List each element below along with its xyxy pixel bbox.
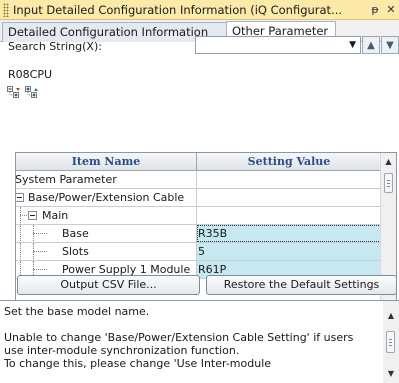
scroll-up-icon[interactable]: ▲ — [383, 309, 399, 323]
item-name-cell: Base — [16, 225, 197, 242]
expand-all-icon[interactable] — [7, 86, 21, 100]
setting-value-cell[interactable] — [197, 207, 381, 224]
search-label: Search String(X): — [8, 40, 102, 53]
setting-value-cell[interactable] — [197, 189, 381, 206]
search-input[interactable]: ▼ — [195, 36, 361, 54]
setting-value-cell[interactable]: 5 — [197, 243, 381, 260]
chevron-down-icon[interactable]: ▼ — [349, 40, 356, 50]
collapse-all-icon[interactable] — [25, 86, 39, 100]
description-pane: Set the base model name. Unable to chang… — [0, 300, 399, 383]
item-name-cell: Base/Power/Extension Cable — [16, 189, 197, 206]
description-scrollbar[interactable]: ▲ ▼ — [383, 301, 399, 383]
arrow-up-icon: ▲ — [367, 39, 375, 51]
drag-grip-icon[interactable] — [3, 2, 9, 17]
setting-value-cell[interactable] — [197, 171, 381, 188]
table-row[interactable]: Slots 5 — [16, 243, 381, 261]
item-name: Slots — [62, 245, 89, 258]
column-header-setting-value[interactable]: Setting Value — [197, 153, 381, 171]
collapse-toggle-icon[interactable] — [16, 193, 24, 202]
item-name: Base — [62, 227, 89, 240]
description-text: Set the base model name. Unable to chang… — [4, 305, 376, 370]
column-header-item-name[interactable]: Item Name — [16, 153, 197, 171]
scrollbar-thumb[interactable] — [384, 173, 393, 193]
search-down-button[interactable]: ▼ — [381, 36, 399, 54]
item-name-cell: Slots — [16, 243, 197, 260]
item-name: Base/Power/Extension Cable — [28, 191, 185, 204]
item-name-cell: Main — [16, 207, 197, 224]
table-row[interactable]: Base R35B — [16, 225, 381, 243]
arrow-down-icon: ▼ — [386, 39, 394, 51]
description-line: Set the base model name. — [4, 305, 150, 318]
item-name: System Parameter — [16, 173, 117, 186]
table-row[interactable]: System Parameter — [16, 171, 381, 189]
description-line: To change this, please change 'Use Inter… — [4, 357, 272, 370]
collapse-toggle-icon[interactable] — [28, 211, 37, 220]
window-title: Input Detailed Configuration Information… — [13, 2, 343, 17]
scroll-down-icon[interactable]: ▼ — [383, 367, 399, 381]
search-up-button[interactable]: ▲ — [362, 36, 380, 54]
title-bar: Input Detailed Configuration Information… — [0, 0, 399, 20]
close-icon[interactable]: ✕ — [383, 3, 399, 16]
scrollbar-thumb[interactable] — [386, 331, 395, 353]
item-name: Main — [42, 209, 69, 222]
table-row[interactable]: Main — [16, 207, 381, 225]
pin-icon[interactable]: ᵽ — [367, 3, 383, 16]
scroll-up-icon[interactable]: ▲ — [381, 155, 396, 169]
restore-defaults-button[interactable]: Restore the Default Settings — [206, 275, 397, 295]
setting-value-cell[interactable]: R35B — [197, 225, 381, 242]
grid-header: Item Name Setting Value — [16, 153, 381, 171]
description-line: Unable to change 'Base/Power/Extension C… — [4, 331, 354, 357]
output-csv-button[interactable]: Output CSV File... — [17, 275, 200, 295]
item-name-cell: System Parameter — [16, 171, 197, 188]
table-row[interactable]: Base/Power/Extension Cable — [16, 189, 381, 207]
cpu-model-label: R08CPU — [8, 68, 53, 81]
